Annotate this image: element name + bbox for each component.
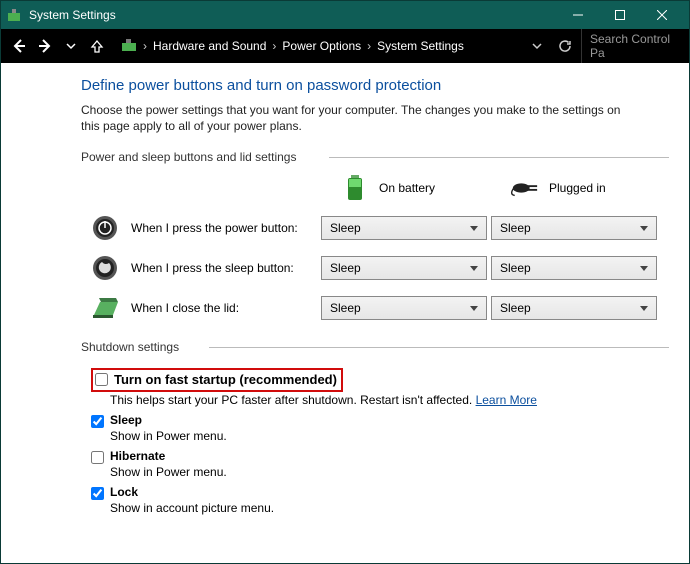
window: System Settings	[0, 0, 690, 564]
column-on-battery: On battery	[379, 181, 435, 195]
power-button-label: When I press the power button:	[131, 221, 298, 235]
close-button[interactable]	[641, 1, 683, 29]
chevron-right-icon: ›	[367, 39, 371, 53]
chevron-right-icon: ›	[272, 39, 276, 53]
search-placeholder: Search Control Pa	[590, 32, 673, 60]
sleep-button-plugged-select[interactable]: Sleep	[491, 256, 657, 280]
back-button[interactable]	[9, 36, 29, 56]
power-button-battery-select[interactable]: Sleep	[321, 216, 487, 240]
up-button[interactable]	[87, 36, 107, 56]
sleep-button-battery-select[interactable]: Sleep	[321, 256, 487, 280]
search-input[interactable]: Search Control Pa	[581, 29, 681, 63]
lid-label: When I close the lid:	[131, 301, 239, 315]
sleep-checkbox[interactable]	[91, 415, 104, 428]
breadcrumb-item[interactable]: Power Options	[282, 39, 361, 53]
page-description: Choose the power settings that you want …	[81, 102, 641, 134]
sleep-button-label: When I press the sleep button:	[131, 261, 294, 275]
app-icon	[7, 8, 21, 22]
breadcrumb-item[interactable]: System Settings	[377, 39, 464, 53]
power-button-icon	[91, 214, 119, 242]
content: Define power buttons and turn on passwor…	[1, 63, 689, 563]
window-title: System Settings	[29, 8, 116, 22]
hibernate-checkbox[interactable]	[91, 451, 104, 464]
power-button-plugged-select[interactable]: Sleep	[491, 216, 657, 240]
sleep-button-icon	[91, 254, 119, 282]
fast-startup-sub: This helps start your PC faster after sh…	[110, 393, 476, 407]
fast-startup-highlight: Turn on fast startup (recommended)	[91, 368, 343, 392]
breadcrumb-dropdown[interactable]	[527, 36, 547, 56]
minimize-button[interactable]	[557, 1, 599, 29]
lock-sub: Show in account picture menu.	[110, 501, 669, 515]
sleep-sub: Show in Power menu.	[110, 429, 669, 443]
section-shutdown-label: Shutdown settings	[81, 340, 669, 354]
breadcrumb-item[interactable]: Hardware and Sound	[153, 39, 266, 53]
lock-checkbox[interactable]	[91, 487, 104, 500]
maximize-button[interactable]	[599, 1, 641, 29]
fast-startup-label: Turn on fast startup (recommended)	[114, 372, 337, 387]
column-plugged-in: Plugged in	[549, 181, 606, 195]
chevron-right-icon: ›	[143, 39, 147, 53]
breadcrumb-icon	[121, 38, 137, 55]
page-title: Define power buttons and turn on passwor…	[81, 77, 669, 94]
breadcrumb[interactable]: › Hardware and Sound › Power Options › S…	[113, 38, 521, 55]
sleep-label: Sleep	[110, 413, 142, 427]
lock-label: Lock	[110, 485, 138, 499]
learn-more-link[interactable]: Learn More	[476, 393, 537, 407]
lid-plugged-select[interactable]: Sleep	[491, 296, 657, 320]
hibernate-sub: Show in Power menu.	[110, 465, 669, 479]
fast-startup-checkbox[interactable]	[95, 373, 108, 386]
forward-button[interactable]	[35, 36, 55, 56]
navbar: › Hardware and Sound › Power Options › S…	[1, 29, 689, 63]
lid-icon	[91, 294, 119, 322]
lid-battery-select[interactable]: Sleep	[321, 296, 487, 320]
refresh-button[interactable]	[555, 36, 575, 56]
history-dropdown[interactable]	[61, 36, 81, 56]
hibernate-label: Hibernate	[110, 449, 165, 463]
section-power-buttons-label: Power and sleep buttons and lid settings	[81, 150, 669, 164]
plugged-icon	[511, 174, 539, 202]
titlebar: System Settings	[1, 1, 689, 29]
battery-icon	[341, 174, 369, 202]
